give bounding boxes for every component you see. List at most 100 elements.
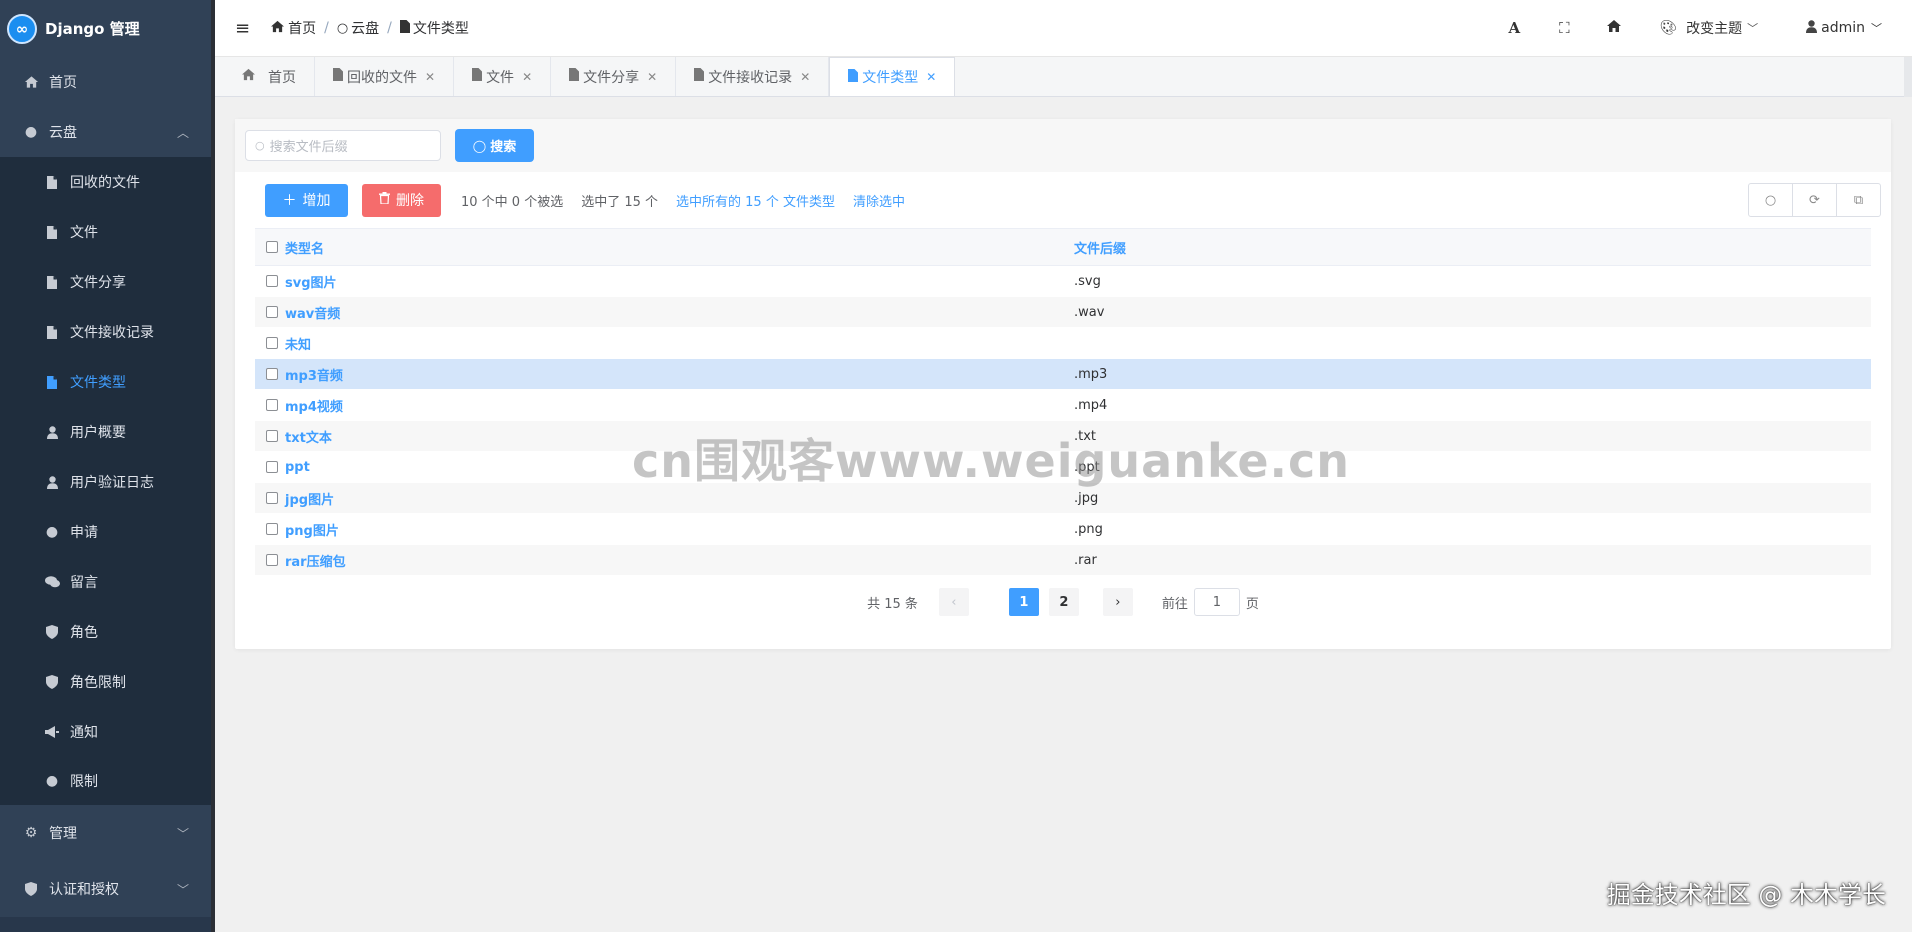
prev-page-button[interactable]: ‹ [938,588,969,616]
sidebar-item-2[interactable]: 文件 [0,207,211,257]
type-name-link[interactable]: rar压缩包 [285,555,346,570]
sidebar-item-6[interactable]: 用户概要 [0,407,211,457]
page-number[interactable]: 1 [1008,588,1039,616]
type-name-link[interactable]: 未知 [285,338,311,353]
sidebar-item-10[interactable]: 角色 [0,607,211,657]
sidebar-item-5[interactable]: 文件类型 [0,357,211,407]
select-all-link[interactable]: 选中所有的 15 个 文件类型 [676,191,835,210]
sidebar-group-manage[interactable]: ⚙ 管理 ﹀ [0,805,211,861]
tab-6[interactable]: 文件类型 ✕ [829,57,956,96]
row-checkbox-cell [255,389,285,421]
breadcrumb-item[interactable]: 首页 [288,18,316,38]
table-row[interactable]: mp3音频 .mp3 [255,358,1871,390]
sidebar-group-auth[interactable]: 认证和授权 ﹀ [0,861,211,917]
search-input[interactable]: ○ 搜索文件后缀 [245,130,441,161]
tab-2[interactable]: 回收的文件 ✕ [315,57,455,96]
search-button[interactable]: ◯ 搜索 [455,129,534,162]
type-name-link[interactable]: svg图片 [285,276,337,291]
sidebar-item-11[interactable]: 角色限制 [0,657,211,707]
header-name[interactable]: 类型名 [285,228,1074,266]
page-jump: 前往 页 [1162,588,1259,616]
row-checkbox[interactable] [266,306,278,318]
hamburger-icon[interactable]: ≡ [235,18,250,39]
row-checkbox[interactable] [266,337,278,349]
search-tool-button[interactable]: ○ [1748,183,1793,217]
sidebar-item-8[interactable]: ● 申请 [0,507,211,557]
close-icon[interactable]: ✕ [647,70,657,84]
close-icon[interactable]: ✕ [522,70,532,84]
row-checkbox[interactable] [266,523,278,535]
search-icon: ◯ [472,138,487,153]
delete-button[interactable]: 删除 [362,183,441,217]
type-name-link[interactable]: png图片 [285,524,339,539]
fullscreen-icon[interactable]: ⛶ [1539,19,1589,37]
type-name-link[interactable]: mp3音频 [285,369,343,384]
row-checkbox[interactable] [266,399,278,411]
goto-suffix: 页 [1245,596,1259,612]
sidebar-item-home[interactable]: 首页 [0,57,211,107]
refresh-button[interactable]: ⟳ [1792,183,1837,217]
chevron-up-icon: ︿ [176,125,189,140]
type-name-link[interactable]: wav音频 [285,307,340,322]
actions-bar: ＋ 增加 删除 10 个中 0 个被选 选中了 15 个 选中所有的 15 个 … [235,172,1891,228]
next-page-button[interactable]: › [1102,588,1133,616]
tab-4[interactable]: 文件分享 ✕ [551,57,677,96]
type-name-link[interactable]: ppt [285,460,310,475]
sidebar-item-12[interactable]: 通知 [0,707,211,757]
type-name-link[interactable]: jpg图片 [285,493,334,508]
topbar-actions: A ⛶ 🎨︎ 改变主题 ﹀ admin ﹀ [1489,18,1882,38]
table-row[interactable]: png图片 .png [255,513,1871,545]
sidebar-group-label: 认证和授权 [49,882,119,898]
tab-3[interactable]: 文件 ✕ [454,57,552,96]
close-icon[interactable]: ✕ [800,70,810,84]
sidebar-item-4[interactable]: 文件接收记录 [0,307,211,357]
sidebar-item-13[interactable]: ● 限制 [0,757,211,805]
home-icon[interactable] [1589,19,1639,37]
row-checkbox[interactable] [266,368,278,380]
page-jump-input[interactable] [1193,588,1240,616]
row-checkbox[interactable] [266,461,278,473]
row-checkbox[interactable] [266,275,278,287]
table-row[interactable]: rar压缩包 .rar [255,544,1871,576]
row-checkbox[interactable] [266,554,278,566]
clear-selection-link[interactable]: 清除选中 [853,191,905,210]
file-icon [43,175,61,189]
sidebar-group-cloud[interactable]: ● 云盘 ︿ [0,107,211,157]
table-row[interactable]: svg图片 .svg [255,265,1871,297]
row-checkbox[interactable] [266,492,278,504]
add-button[interactable]: ＋ 增加 [265,183,348,217]
search-button-label: 搜索 [490,140,517,155]
refresh-icon: ⟳ [1809,192,1820,208]
scrollbar[interactable] [1904,57,1912,97]
tab-5[interactable]: 文件接收记录 ✕ [676,57,830,96]
close-icon[interactable]: ✕ [425,70,435,84]
close-icon[interactable]: ✕ [926,70,936,84]
row-checkbox[interactable] [266,430,278,442]
table-row[interactable]: wav音频 .wav [255,296,1871,328]
export-button[interactable]: ⧉ [1836,183,1881,217]
home-icon [241,68,256,85]
sidebar-item-1[interactable]: 回收的文件 [0,157,211,207]
sidebar-logo[interactable]: ∞ Django 管理 [0,0,211,57]
sidebar-item-9[interactable]: 留言 [0,557,211,607]
select-all-checkbox[interactable] [266,241,278,253]
file-icon [694,68,705,85]
breadcrumb-item: 文件类型 [412,21,469,37]
type-name-link[interactable]: mp4视频 [285,400,343,415]
name-cell: rar压缩包 [285,544,1074,576]
tab-1[interactable]: 首页 [223,57,315,96]
table-row[interactable]: mp4视频 .mp4 [255,389,1871,421]
theme-dropdown[interactable]: 🎨︎ 改变主题 ﹀ [1659,18,1758,38]
page-number[interactable]: 2 [1048,588,1079,616]
user-dropdown[interactable]: admin ﹀ [1806,19,1882,37]
type-name-link[interactable]: txt文本 [285,431,332,446]
table-row[interactable]: 未知 [255,327,1871,359]
comments-icon [43,576,61,588]
user-icon [1806,19,1818,37]
font-size-icon[interactable]: A [1489,19,1539,37]
file-icon [43,275,61,289]
sidebar-item-7[interactable]: 用户验证日志 [0,457,211,507]
breadcrumb-item[interactable]: 云盘 [351,18,379,38]
header-suffix[interactable]: 文件后缀 [1074,228,1871,266]
sidebar-item-3[interactable]: 文件分享 [0,257,211,307]
